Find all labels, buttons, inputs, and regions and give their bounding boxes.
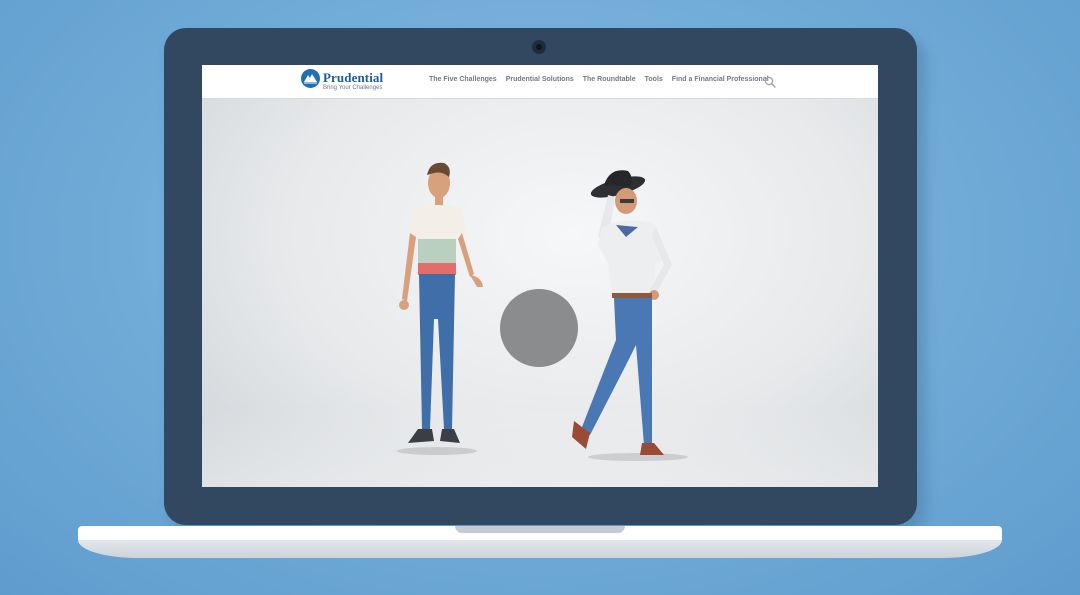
animated-young-man-figure bbox=[397, 162, 483, 455]
prudential-logo-icon[interactable] bbox=[301, 69, 320, 88]
search-icon[interactable] bbox=[764, 75, 776, 88]
video-floor bbox=[202, 407, 878, 487]
laptop-notch bbox=[455, 526, 625, 533]
site-header: Prudential Bring Your Challenges The Fiv… bbox=[202, 65, 878, 99]
webcam-icon bbox=[532, 40, 546, 54]
animated-cowboy-figure bbox=[572, 170, 688, 461]
nav-item-find-financial-professional[interactable]: Find a Financial Professional bbox=[672, 76, 769, 83]
laptop-base-lower bbox=[78, 540, 1002, 558]
nav-item-prudential-solutions[interactable]: Prudential Solutions bbox=[506, 76, 574, 83]
brand-tagline: Bring Your Challenges bbox=[323, 85, 383, 91]
play-button[interactable] bbox=[500, 289, 578, 367]
main-nav: The Five Challenges Prudential Solutions… bbox=[429, 76, 769, 83]
video-player[interactable] bbox=[202, 99, 878, 487]
brand-name[interactable]: Prudential bbox=[323, 70, 383, 86]
laptop-screen: Prudential Bring Your Challenges The Fiv… bbox=[202, 65, 878, 487]
nav-item-roundtable[interactable]: The Roundtable bbox=[583, 76, 636, 83]
nav-item-five-challenges[interactable]: The Five Challenges bbox=[429, 76, 497, 83]
nav-item-tools[interactable]: Tools bbox=[645, 76, 663, 83]
